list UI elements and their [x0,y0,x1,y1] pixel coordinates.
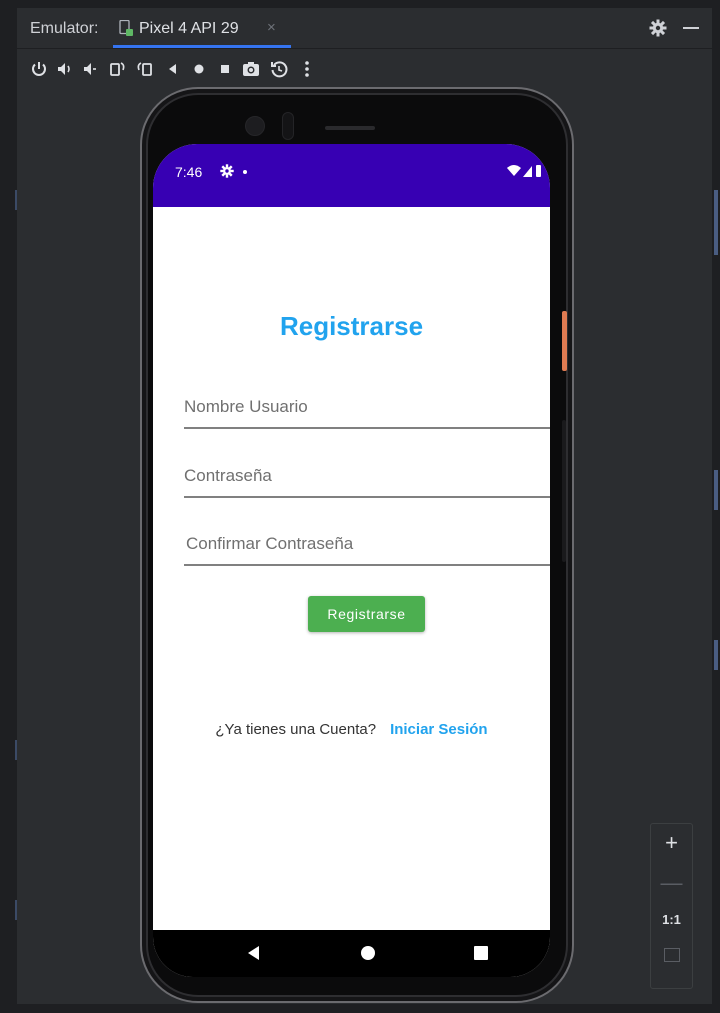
earpiece-speaker [325,126,375,130]
nav-overview-icon[interactable] [472,944,490,962]
signal-icon [523,166,532,177]
volume-side-button[interactable] [562,420,566,562]
zoom-out-button[interactable]: — [651,870,692,896]
tab-pixel-4-api-29[interactable]: Pixel 4 API 29 × [113,8,291,48]
left-gutter [0,0,17,1013]
nav-home-icon[interactable] [359,944,377,962]
window-top-border [0,0,720,8]
field-underline [184,564,550,566]
android-nav-bar [153,930,550,977]
wifi-icon [507,165,521,176]
settings-gear-icon[interactable] [649,19,667,37]
volume-down-icon[interactable] [81,59,101,79]
zoom-one-to-one-button[interactable]: 1:1 [651,912,692,927]
notification-dot-icon [243,170,247,174]
emulator-label: Emulator: [30,20,99,37]
rotate-left-icon[interactable] [107,59,127,79]
confirm-password-placeholder: Confirmar Contraseña [186,534,354,553]
zoom-fit-icon[interactable] [664,948,680,962]
gutter-mark [714,640,718,670]
snapshot-icon[interactable] [269,59,289,79]
tab-active-underline [113,45,291,48]
back-icon[interactable] [163,59,183,79]
account-prompt-text: ¿Ya tienes una Cuenta? [215,721,377,738]
more-icon[interactable] [297,59,317,79]
register-button[interactable]: Registrarse [308,596,425,632]
minimize-icon[interactable] [683,27,699,29]
volume-up-icon[interactable] [55,59,75,79]
status-icons [507,164,543,178]
screenshot-icon[interactable] [241,59,261,79]
right-gutter [712,0,720,1013]
zoom-controls: + — 1:1 [650,823,693,989]
android-status-bar: 7:46 [153,144,550,207]
nav-back-icon[interactable] [245,944,263,962]
overview-icon[interactable] [215,59,235,79]
front-camera [245,116,265,136]
device-screen: 7:46 Registrarse Nombre Usuario Contrase… [153,144,550,977]
emulator-toolbar [17,49,712,89]
zoom-in-button[interactable]: + [651,830,692,856]
bottom-border [17,1004,712,1013]
status-settings-icon [220,164,234,178]
login-link[interactable]: Iniciar Sesión [390,721,488,738]
gutter-mark [714,470,718,510]
page-title: Registrarse [279,311,424,341]
username-field[interactable]: Nombre Usuario [184,389,550,429]
confirm-password-field[interactable]: Confirmar Contraseña [184,526,550,566]
emulator-tabbar: Emulator: Pixel 4 API 29 × [17,8,712,49]
home-icon[interactable] [189,59,209,79]
tab-label: Pixel 4 API 29 [139,20,239,37]
rotate-right-icon[interactable] [135,59,155,79]
account-prompt-row: ¿Ya tienes una Cuenta? Iniciar Sesión [153,721,550,738]
power-side-button[interactable] [562,311,567,371]
device-icon [119,19,133,36]
field-underline [184,496,550,498]
password-field[interactable]: Contraseña [184,458,550,498]
field-underline [184,427,550,429]
battery-icon [536,165,541,177]
power-icon[interactable] [29,59,49,79]
register-screen: Registrarse Nombre Usuario Contraseña Co… [153,207,550,930]
gutter-mark [714,190,718,255]
password-placeholder: Contraseña [184,466,272,485]
username-placeholder: Nombre Usuario [184,397,308,416]
tab-close-icon[interactable]: × [267,19,276,36]
face-sensor [282,112,294,140]
status-time: 7:46 [175,164,203,180]
